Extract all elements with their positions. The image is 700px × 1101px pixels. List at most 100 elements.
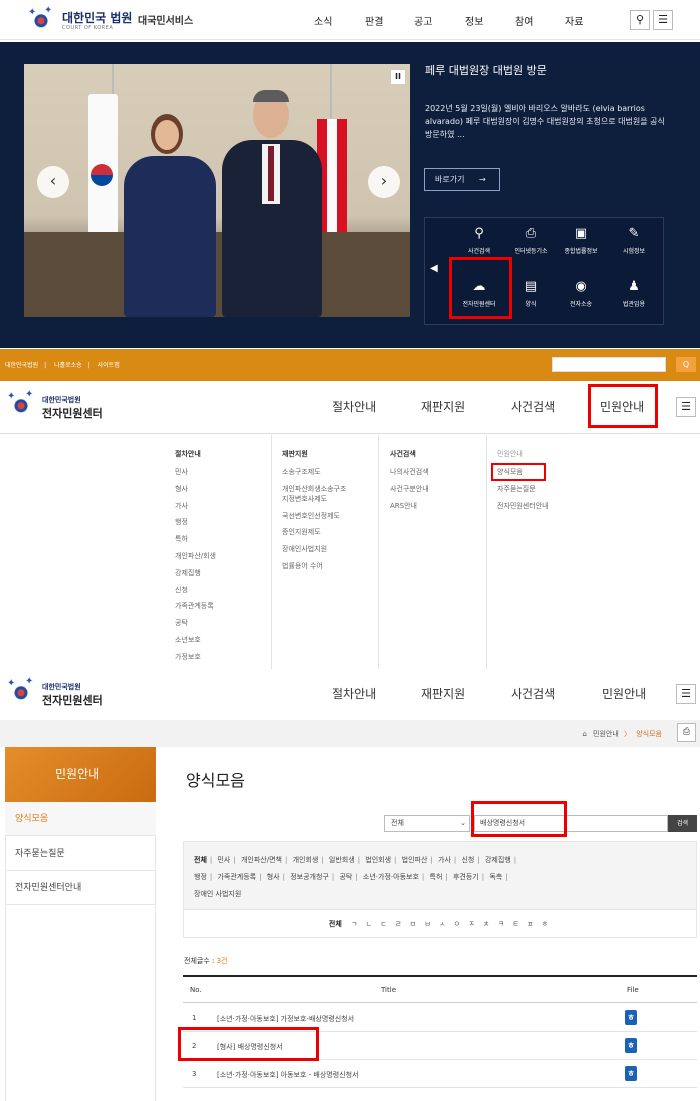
row-title[interactable]: [소년·가정·아동보호] 아동보호 - 배상명령신청서 xyxy=(217,1070,358,1080)
mega-item[interactable]: 장애인사법지원 xyxy=(282,544,346,554)
hwp-file-icon[interactable]: ㅎ xyxy=(625,1038,637,1053)
mega-item[interactable]: 강제집행 xyxy=(175,568,216,578)
pause-icon[interactable]: II xyxy=(391,70,405,84)
category-link[interactable]: 강제집행 xyxy=(485,856,511,864)
search-button[interactable]: 검색 xyxy=(668,815,697,832)
nav-news[interactable]: 소식 xyxy=(314,13,332,28)
search-icon[interactable]: ⚲ xyxy=(630,10,650,30)
mega-item[interactable]: 자주묻는질문 xyxy=(497,484,549,494)
mega-item[interactable]: 소년보호 xyxy=(175,635,216,645)
nav-procedure[interactable]: 절차안내 xyxy=(332,685,376,702)
nav-case-search[interactable]: 사건검색 xyxy=(511,398,555,415)
nav-civil-guide[interactable]: 민원안내 xyxy=(602,685,646,702)
sidebar-item-forms[interactable]: 양식모음 xyxy=(5,802,156,836)
category-link[interactable]: 행정 xyxy=(194,873,207,881)
category-link[interactable]: 후견등기 xyxy=(453,873,479,881)
hero-title[interactable]: 페루 대법원장 대법원 방문 xyxy=(425,62,547,78)
menu-icon[interactable]: ☰ xyxy=(676,684,696,704)
mega-item[interactable]: 공탁 xyxy=(175,618,216,628)
court-logo[interactable]: ✦ ✦ xyxy=(24,5,58,35)
mega-item-forms[interactable]: 양식모음 xyxy=(491,463,549,481)
mega-item[interactable]: ARS안내 xyxy=(390,501,429,511)
mega-item[interactable]: 증인지원제도 xyxy=(282,527,346,537)
mega-heading[interactable]: 재판지원 xyxy=(282,449,346,459)
nav-participation[interactable]: 참여 xyxy=(515,13,533,28)
link-court[interactable]: 대한민국법원 xyxy=(5,362,38,369)
row-title[interactable]: [소년·가정·아동보호] 가정보호-배상명령신청서 xyxy=(217,1014,354,1024)
category-link[interactable]: 독촉 xyxy=(489,873,502,881)
hwp-file-icon[interactable]: ㅎ xyxy=(625,1010,637,1025)
nav-resources[interactable]: 자료 xyxy=(565,13,583,28)
sidebar-item-ecenter-guide[interactable]: 전자민원센터안내 xyxy=(5,871,156,905)
mega-item[interactable]: 소송구조제도 xyxy=(282,467,346,477)
category-link[interactable]: 장애인 사법지원 xyxy=(194,890,241,898)
mega-item[interactable]: 가정보호 xyxy=(175,652,216,662)
menu-icon[interactable]: ☰ xyxy=(676,397,696,417)
menu-icon[interactable]: ☰ xyxy=(653,10,673,30)
category-link[interactable]: 일반회생 xyxy=(329,856,355,864)
mega-item[interactable]: 사건구분안내 xyxy=(390,484,429,494)
hero-goto-button[interactable]: 바로가기 → xyxy=(424,168,500,191)
mega-item[interactable]: 지정변호사제도 xyxy=(282,494,346,504)
search-icon[interactable]: Q xyxy=(676,357,696,372)
printer-icon[interactable]: ⎙ xyxy=(677,723,696,742)
category-link[interactable]: 정보공개청구 xyxy=(290,873,329,881)
nav-judgments[interactable]: 판결 xyxy=(365,13,383,28)
nav-trial-support[interactable]: 재판지원 xyxy=(421,685,465,702)
category-link[interactable]: 법인회생 xyxy=(365,856,391,864)
alpha-all[interactable]: 전체 xyxy=(329,920,342,928)
nav-case-search[interactable]: 사건검색 xyxy=(511,685,555,702)
category-link[interactable]: 개인파산/면책 xyxy=(241,856,282,864)
category-link[interactable]: 특허 xyxy=(430,873,443,881)
sidebar-item-faq[interactable]: 자주묻는질문 xyxy=(5,837,156,871)
mega-item[interactable]: 행정 xyxy=(175,517,216,527)
link-sitemap[interactable]: 사이트맵 xyxy=(98,362,120,369)
nav-procedure[interactable]: 절차안내 xyxy=(332,398,376,415)
ecenter-logo[interactable]: ✦ ✦ xyxy=(5,389,39,421)
breadcrumb-parent[interactable]: 민원안내 xyxy=(593,730,619,738)
home-icon[interactable]: ⌂ xyxy=(582,730,586,738)
mega-heading[interactable]: 절차안내 xyxy=(175,449,216,459)
mega-item[interactable]: 개인파산/회생 xyxy=(175,551,216,561)
quick-case-search[interactable]: ⚲ 사건검색 xyxy=(451,226,507,255)
mega-item[interactable]: 민사 xyxy=(175,467,216,477)
mega-item[interactable]: 국선변호인선정제도 xyxy=(282,511,346,521)
mega-item[interactable]: 가족관계등록 xyxy=(175,601,216,611)
category-link[interactable]: 신청 xyxy=(461,856,474,864)
quick-prev-icon[interactable]: ◀ xyxy=(430,264,440,274)
quick-exam-info[interactable]: ✎ 시험정보 xyxy=(606,226,662,255)
nav-trial-support[interactable]: 재판지원 xyxy=(421,398,465,415)
mega-item[interactable]: 법률용어 수어 xyxy=(282,561,346,571)
quick-judge-appointment[interactable]: ♟ 법관임용 xyxy=(606,279,662,308)
category-all[interactable]: 전체 xyxy=(194,856,207,864)
hero-next-button[interactable]: › xyxy=(368,166,400,198)
alpha-letters[interactable]: ㄱ ㄴ ㄷ ㄹ ㅁ ㅂ ㅅ ㅇ ㅈ ㅊ ㅋ ㅌ ㅍ ㅎ xyxy=(351,920,551,928)
ecenter-logo[interactable]: ✦ ✦ xyxy=(5,676,39,708)
nav-notices[interactable]: 공고 xyxy=(414,13,432,28)
category-link[interactable]: 가사 xyxy=(438,856,451,864)
category-link[interactable]: 소년·가정·아동보호 xyxy=(363,873,419,881)
mega-item[interactable]: 특허 xyxy=(175,534,216,544)
link-self-litigation[interactable]: 나홀로소송 xyxy=(54,362,82,369)
quick-internet-registry[interactable]: ⎙ 인터넷등기소 xyxy=(503,226,559,255)
mega-item[interactable]: 나의사건검색 xyxy=(390,467,429,477)
mega-heading[interactable]: 민원안내 xyxy=(497,449,549,459)
mega-item[interactable]: 신청 xyxy=(175,585,216,595)
mega-item[interactable]: 전자민원센터안내 xyxy=(497,501,549,511)
mega-item[interactable]: 형사 xyxy=(175,484,216,494)
category-select[interactable]: 전체 ⌄ xyxy=(384,815,470,832)
quick-law-info[interactable]: ▣ 종합법률정보 xyxy=(553,226,609,255)
top-search-input[interactable] xyxy=(552,357,666,372)
category-link[interactable]: 가족관계등록 xyxy=(217,873,256,881)
hwp-file-icon[interactable]: ㅎ xyxy=(625,1066,637,1081)
category-link[interactable]: 민사 xyxy=(217,856,230,864)
hero-prev-button[interactable]: ‹ xyxy=(37,166,69,198)
quick-e-litigation[interactable]: ◉ 전자소송 xyxy=(553,279,609,308)
category-link[interactable]: 법인파산 xyxy=(402,856,428,864)
category-link[interactable]: 형사 xyxy=(267,873,280,881)
mega-item[interactable]: 가사 xyxy=(175,501,216,511)
mega-heading[interactable]: 사건검색 xyxy=(390,449,429,459)
category-link[interactable]: 개인회생 xyxy=(293,856,319,864)
mega-item[interactable]: 개인파산회생소송구조 xyxy=(282,484,346,494)
nav-info[interactable]: 정보 xyxy=(465,13,483,28)
